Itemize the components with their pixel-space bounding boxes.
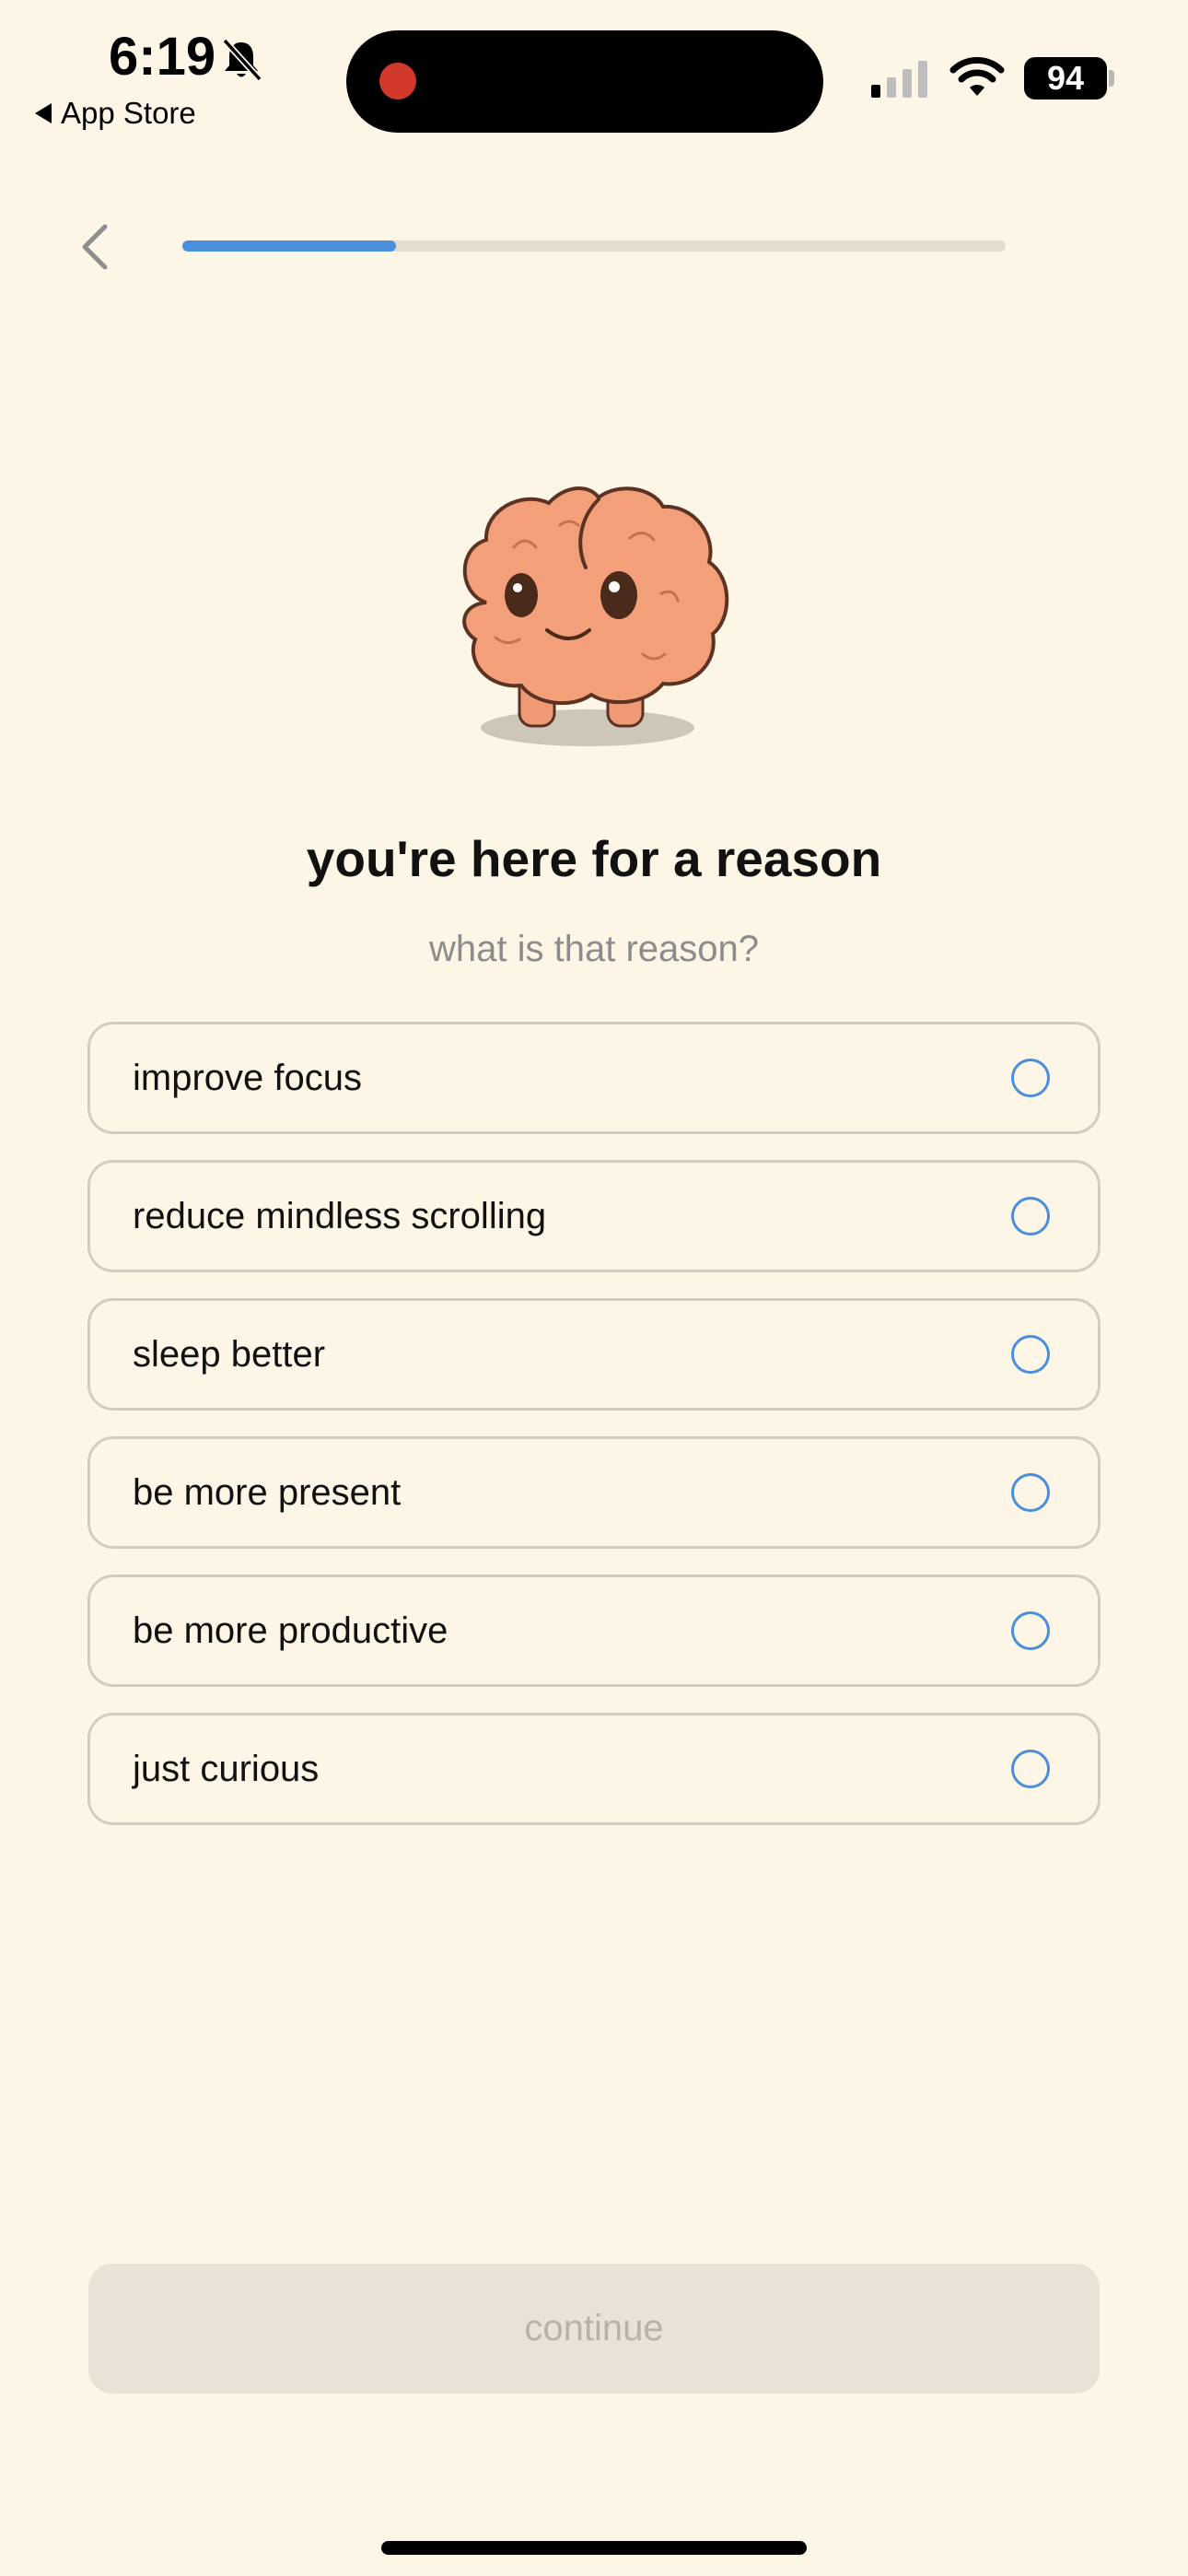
radio-circle-icon[interactable] xyxy=(1011,1611,1050,1650)
radio-circle-icon[interactable] xyxy=(1011,1750,1050,1788)
option-label: be more productive xyxy=(133,1610,448,1651)
signal-icon xyxy=(871,61,927,98)
battery-indicator: 94 xyxy=(1024,57,1107,100)
reason-options: improve focus reduce mindless scrolling … xyxy=(87,1022,1101,1851)
option-label: improve focus xyxy=(133,1057,362,1098)
dynamic-island xyxy=(346,30,823,133)
radio-circle-icon[interactable] xyxy=(1011,1059,1050,1097)
wifi-icon xyxy=(949,56,1005,96)
home-indicator[interactable] xyxy=(381,2541,807,2555)
option-label: reduce mindless scrolling xyxy=(133,1195,547,1236)
radio-circle-icon[interactable] xyxy=(1011,1197,1050,1235)
status-time: 6:19 xyxy=(109,27,216,87)
back-triangle-icon xyxy=(35,103,52,123)
option-improve-focus[interactable]: improve focus xyxy=(87,1022,1101,1134)
bell-slash-icon xyxy=(222,38,262,82)
option-sleep-better[interactable]: sleep better xyxy=(87,1298,1101,1411)
back-app-label: App Store xyxy=(61,96,196,130)
battery-tip xyxy=(1109,70,1114,87)
option-label: sleep better xyxy=(133,1333,326,1375)
radio-circle-icon[interactable] xyxy=(1011,1473,1050,1512)
brain-mascot-icon xyxy=(462,486,729,746)
option-label: be more present xyxy=(133,1471,402,1513)
back-chevron-icon[interactable] xyxy=(77,221,114,273)
page-subtitle: what is that reason? xyxy=(429,929,759,969)
continue-button[interactable]: continue xyxy=(88,2264,1100,2394)
page-title: you're here for a reason xyxy=(306,830,882,887)
radio-circle-icon[interactable] xyxy=(1011,1335,1050,1374)
recording-indicator-icon xyxy=(379,63,416,100)
progress-bar xyxy=(182,240,1006,252)
option-reduce-mindless-scrolling[interactable]: reduce mindless scrolling xyxy=(87,1160,1101,1272)
back-to-app-store[interactable]: App Store xyxy=(35,96,196,131)
option-be-more-present[interactable]: be more present xyxy=(87,1436,1101,1549)
option-be-more-productive[interactable]: be more productive xyxy=(87,1575,1101,1687)
option-label: just curious xyxy=(133,1748,320,1789)
onboarding-screen: 6:19 App Store 94 you're here for a reas… xyxy=(0,0,1188,2576)
option-just-curious[interactable]: just curious xyxy=(87,1713,1101,1825)
progress-bar-fill xyxy=(182,240,397,252)
